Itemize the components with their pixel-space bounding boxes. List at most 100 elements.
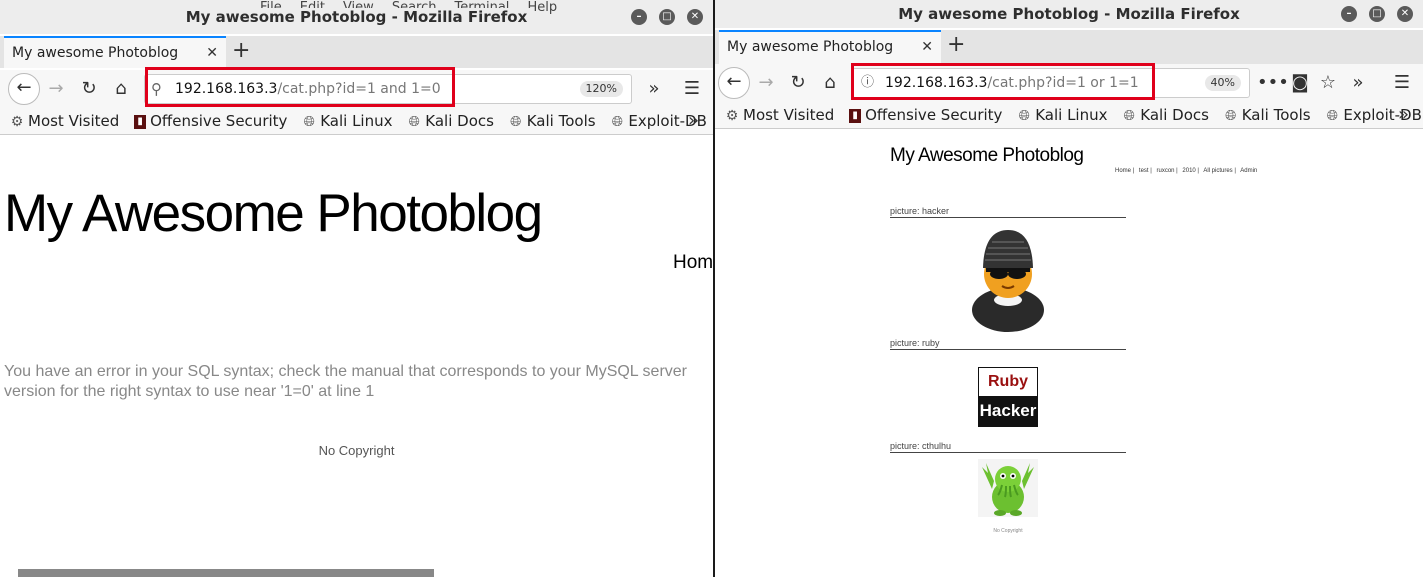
pocket-icon[interactable]: ◙ bbox=[1286, 69, 1314, 97]
bookmark-most-visited[interactable]: ⚙ Most Visited bbox=[725, 102, 835, 129]
bookmark-label: Kali Docs bbox=[1140, 106, 1209, 124]
page-title: My Awesome Photoblog bbox=[890, 145, 1084, 166]
bookmark-kali-tools[interactable]: 🌐︎ Kali Tools bbox=[1224, 102, 1311, 129]
bookmark-most-visited[interactable]: ⚙ Most Visited bbox=[10, 108, 120, 135]
right-tab-strip: My awesome Photoblog ✕ + bbox=[715, 30, 1423, 64]
minimize-icon[interactable]: – bbox=[1341, 6, 1357, 22]
bookmark-kali-docs[interactable]: 🌐︎ Kali Docs bbox=[407, 108, 494, 135]
bookmarks-chevron-icon[interactable]: » bbox=[688, 108, 699, 134]
forward-icon[interactable]: → bbox=[42, 75, 70, 103]
bookmark-label: Most Visited bbox=[28, 112, 120, 130]
bookmark-label: Kali Linux bbox=[1035, 106, 1108, 124]
bookmark-label: Offensive Security bbox=[150, 112, 288, 130]
left-tab-title: My awesome Photoblog bbox=[12, 45, 179, 61]
globe-icon: 🌐︎ bbox=[303, 114, 315, 130]
left-bookmarks-bar: ⚙ Most Visited ▮ Offensive Security 🌐︎ Kali… bbox=[0, 108, 713, 135]
page-actions-icon[interactable]: ••• bbox=[1257, 69, 1289, 97]
back-icon[interactable]: ← bbox=[8, 73, 40, 105]
right-tab-title: My awesome Photoblog bbox=[727, 39, 894, 55]
zoom-indicator[interactable]: 40% bbox=[1204, 75, 1241, 91]
bookmarks-chevron-icon[interactable]: » bbox=[1398, 102, 1409, 128]
right-bookmarks-bar: ⚙ Most Visited ▮ Offensive Security 🌐︎ Kali… bbox=[715, 102, 1423, 129]
bookmark-offensive-security[interactable]: ▮ Offensive Security bbox=[134, 108, 287, 134]
forward-icon[interactable]: → bbox=[752, 69, 780, 97]
bookmark-kali-tools[interactable]: 🌐︎ Kali Tools bbox=[509, 108, 596, 135]
new-tab-icon[interactable]: + bbox=[232, 36, 250, 66]
bookmark-kali-linux[interactable]: 🌐︎ Kali Linux bbox=[302, 108, 393, 135]
nav-home-link[interactable]: Hom bbox=[673, 252, 713, 274]
bookmark-label: Kali Tools bbox=[1241, 106, 1311, 124]
new-tab-icon[interactable]: + bbox=[947, 30, 965, 60]
nav-all-pictures-link[interactable]: All pictures | bbox=[1203, 168, 1236, 174]
left-tab-strip: My awesome Photoblog ✕ + bbox=[0, 36, 713, 68]
bookmark-label: Kali Tools bbox=[526, 112, 596, 130]
picture-label: picture: hacker bbox=[890, 206, 1126, 218]
nav-home-link[interactable]: Home | bbox=[1115, 168, 1134, 174]
right-page-content: My Awesome Photoblog Home | test | ruxco… bbox=[715, 130, 1423, 577]
globe-icon: 🌐︎ bbox=[1225, 108, 1237, 124]
maximize-icon[interactable]: □ bbox=[659, 9, 675, 25]
globe-icon: 🌐︎ bbox=[408, 114, 420, 130]
zoom-indicator[interactable]: 120% bbox=[579, 81, 623, 97]
tab-close-icon[interactable]: ✕ bbox=[921, 32, 933, 62]
globe-icon: 🌐︎ bbox=[611, 114, 623, 130]
overflow-chevron-icon[interactable]: » bbox=[640, 75, 668, 103]
nav-ruxcon-link[interactable]: ruxcon | bbox=[1156, 168, 1177, 174]
bookmark-kali-docs[interactable]: 🌐︎ Kali Docs bbox=[1122, 102, 1209, 129]
bookmark-label: Kali Linux bbox=[320, 112, 393, 130]
bookmark-label: Offensive Security bbox=[865, 106, 1003, 124]
reload-icon[interactable]: ↻ bbox=[784, 69, 812, 97]
hacker-image[interactable] bbox=[968, 224, 1048, 332]
overflow-chevron-icon[interactable]: » bbox=[1344, 69, 1372, 97]
offsec-icon: ▮ bbox=[849, 108, 862, 123]
hamburger-menu-icon[interactable]: ☰ bbox=[678, 75, 706, 103]
nav-2010-link[interactable]: 2010 | bbox=[1182, 168, 1199, 174]
bookmark-star-icon[interactable]: ☆ bbox=[1314, 69, 1342, 97]
picture-label: picture: cthulhu bbox=[890, 441, 1126, 453]
hamburger-menu-icon[interactable]: ☰ bbox=[1388, 69, 1416, 97]
gear-icon: ⚙ bbox=[10, 114, 24, 130]
globe-icon: 🌐︎ bbox=[510, 114, 522, 130]
site-nav: Home | test | ruxcon | 2010 | All pictur… bbox=[1115, 168, 1260, 174]
page-title: My Awesome Photoblog bbox=[4, 184, 543, 243]
nav-test-link[interactable]: test | bbox=[1139, 168, 1152, 174]
nav-admin-link[interactable]: Admin bbox=[1240, 168, 1257, 174]
left-tab[interactable]: My awesome Photoblog ✕ bbox=[4, 36, 226, 68]
picture-label: picture: ruby bbox=[890, 338, 1126, 350]
bookmark-label: Most Visited bbox=[743, 106, 835, 124]
right-tab[interactable]: My awesome Photoblog ✕ bbox=[719, 30, 941, 64]
horizontal-scrollbar[interactable] bbox=[18, 569, 434, 577]
sql-error-message: You have an error in your SQL syntax; ch… bbox=[4, 363, 688, 400]
home-icon[interactable]: ⌂ bbox=[107, 75, 135, 103]
close-icon[interactable]: ✕ bbox=[687, 9, 703, 25]
globe-icon: 🌐︎ bbox=[1123, 108, 1135, 124]
ruby-hacker-image[interactable]: Ruby Hacker bbox=[978, 367, 1038, 427]
picture-entry-hacker: picture: hacker bbox=[890, 206, 1126, 332]
url-highlight-box bbox=[145, 67, 455, 107]
bookmark-label: Exploit-DB bbox=[1343, 106, 1422, 124]
reload-icon[interactable]: ↻ bbox=[75, 75, 103, 103]
bookmark-offensive-security[interactable]: ▮ Offensive Security bbox=[849, 102, 1002, 128]
tab-close-icon[interactable]: ✕ bbox=[206, 38, 218, 68]
right-titlebar: My awesome Photoblog - Mozilla Firefox –… bbox=[715, 0, 1423, 28]
back-icon[interactable]: ← bbox=[718, 67, 750, 99]
maximize-icon[interactable]: □ bbox=[1369, 6, 1385, 22]
left-titlebar: FileEditViewSearchTerminalHelp My awesom… bbox=[0, 0, 713, 34]
footer-copyright: No Copyright bbox=[993, 528, 1023, 534]
picture-entry-cthulhu: picture: cthulhu bbox=[890, 441, 1126, 517]
minimize-icon[interactable]: – bbox=[631, 9, 647, 25]
globe-icon: 🌐︎ bbox=[1326, 108, 1338, 124]
cthulhu-image[interactable] bbox=[978, 459, 1038, 517]
left-page-content: My Awesome Photoblog Hom You have an err… bbox=[0, 135, 713, 577]
ruby-logo-text: Ruby bbox=[979, 368, 1037, 396]
menu-help: Help bbox=[527, 0, 558, 15]
home-icon[interactable]: ⌂ bbox=[816, 69, 844, 97]
right-browser-window: My awesome Photoblog - Mozilla Firefox –… bbox=[715, 0, 1423, 577]
hacker-logo-text: Hacker bbox=[979, 396, 1037, 426]
bookmark-kali-linux[interactable]: 🌐︎ Kali Linux bbox=[1017, 102, 1108, 129]
bookmark-label: Kali Docs bbox=[425, 112, 494, 130]
left-window-title: My awesome Photoblog - Mozilla Firefox bbox=[181, 8, 532, 26]
globe-icon: 🌐︎ bbox=[1018, 108, 1030, 124]
left-browser-window: FileEditViewSearchTerminalHelp My awesom… bbox=[0, 0, 715, 577]
close-icon[interactable]: ✕ bbox=[1397, 6, 1413, 22]
